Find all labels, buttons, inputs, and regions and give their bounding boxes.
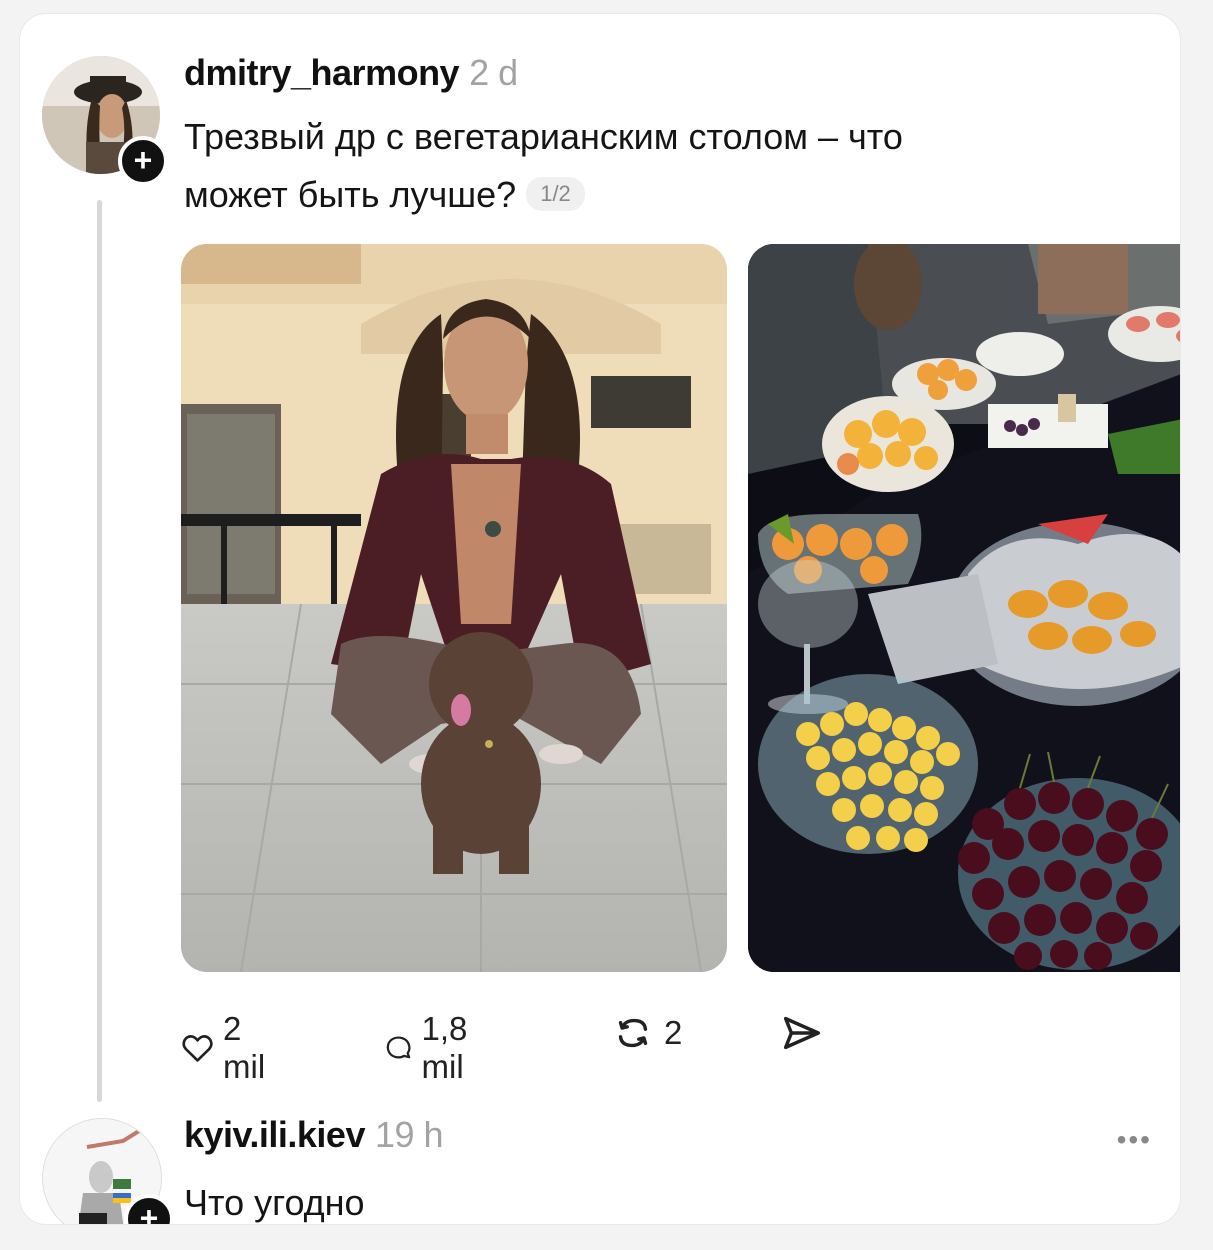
image-counter: 1/2 — [526, 177, 585, 211]
post-header: dmitry_harmony 2 d — [184, 52, 518, 94]
reply-text: Что угодно — [184, 1182, 365, 1223]
thread-connector-line — [97, 200, 102, 1102]
like-button[interactable]: 2 mil — [180, 1010, 276, 1086]
comment-button[interactable]: 1,8 mil — [384, 1010, 484, 1086]
post-time: 2 d — [469, 52, 518, 93]
reply-username[interactable]: kyiv.ili.kiev — [184, 1114, 365, 1155]
comment-count: 1,8 mil — [421, 1010, 468, 1085]
like-count: 2 mil — [223, 1010, 266, 1085]
comment-bubble-icon — [386, 1036, 411, 1059]
post-text-line-2: может быть лучше? — [184, 174, 517, 215]
plus-icon: + — [133, 142, 153, 178]
reply-header: kyiv.ili.kiev 19 h — [184, 1114, 444, 1156]
post-text: Трезвый др с вегетарианским столом – что… — [184, 108, 1084, 224]
repost-icon — [618, 1018, 648, 1048]
reply-time: 19 h — [374, 1114, 444, 1155]
send-icon — [783, 1016, 820, 1050]
share-button[interactable] — [778, 1010, 824, 1056]
plus-icon: + — [139, 1200, 159, 1224]
photo-man-with-dog-image — [181, 244, 727, 972]
post-username[interactable]: dmitry_harmony — [184, 52, 460, 93]
photo-fruit-table-image — [748, 244, 1180, 972]
more-options-button[interactable]: ••• — [1117, 1124, 1152, 1156]
thread-card: + dmitry_harmony 2 d Трезвый др с вегетар… — [20, 14, 1180, 1224]
follow-button[interactable]: + — [118, 136, 168, 186]
post-photo-fruit-table[interactable] — [748, 244, 1180, 972]
heart-icon — [182, 1035, 213, 1062]
post-text-line-1: Трезвый др с вегетарианским столом – что — [184, 116, 903, 157]
more-dots-icon: ••• — [1116, 1124, 1152, 1155]
repost-button[interactable]: 2 — [610, 1010, 682, 1056]
repost-count: 2 — [664, 1014, 683, 1051]
post-photo-man-with-dog[interactable] — [181, 244, 727, 972]
